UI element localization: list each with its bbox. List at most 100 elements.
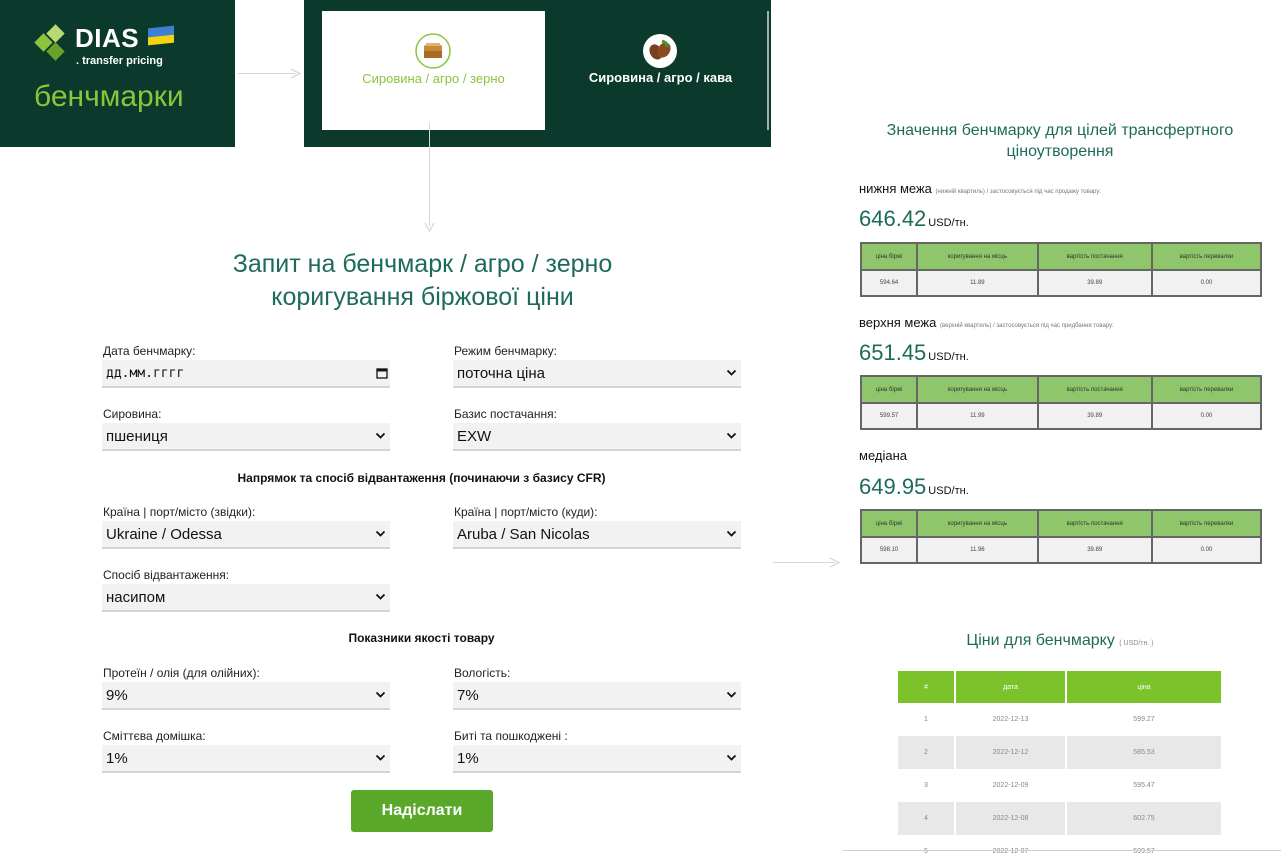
table-cell: 598.10 bbox=[859, 536, 919, 564]
logo-panel: DIAS . transfer pricing бенчмарки bbox=[0, 0, 235, 147]
benchmark-mode-select[interactable]: поточна ціна bbox=[453, 360, 741, 388]
chevron-down-icon bbox=[375, 593, 386, 600]
category-tabs: Сировина / агро / зерно Сировина / агро … bbox=[304, 0, 771, 147]
table-cell: 599.27 bbox=[1065, 703, 1221, 736]
table-cell: 599.57 bbox=[1065, 835, 1221, 868]
chevron-down-icon bbox=[375, 691, 386, 698]
select-value: EXW bbox=[457, 428, 492, 445]
shipment-method-label: Спосіб відвантаження: bbox=[103, 568, 230, 582]
arrow-connector bbox=[238, 73, 296, 74]
table-header: коригування на місць bbox=[916, 242, 1039, 271]
arrow-head-icon bbox=[829, 557, 841, 568]
section-quality-heading: Показники якості товару bbox=[348, 631, 495, 645]
upper-bound-label: верхня межа (верхній квартиль) / застосо… bbox=[859, 315, 1114, 330]
table-header: вартість перевалки bbox=[1150, 509, 1263, 538]
benchmark-date-input[interactable]: дд.мм.гггг bbox=[102, 360, 390, 388]
delivery-basis-label: Базис постачання: bbox=[454, 407, 557, 421]
prices-unit: ( USD/тн. ) bbox=[1119, 640, 1154, 647]
moisture-select[interactable]: 7% bbox=[453, 682, 741, 710]
country-from-select[interactable]: Ukraine / Odessa bbox=[102, 521, 390, 549]
table-header: ціна біржі bbox=[859, 509, 919, 538]
table-cell: 0.00 bbox=[1150, 269, 1263, 297]
prices-table: # дата ціна 1 2022-12-13 599.27 2 2022-1… bbox=[898, 671, 1221, 868]
upper-bound-name: верхня межа bbox=[859, 315, 937, 330]
table-header: дата bbox=[954, 671, 1066, 703]
form-title: Запит на бенчмарк / агро / зерно коригув… bbox=[150, 248, 695, 314]
chevron-down-icon bbox=[726, 754, 737, 761]
select-value: 7% bbox=[457, 687, 479, 704]
grain-sack-icon bbox=[415, 33, 451, 69]
results-title: Значення бенчмарку для цілей трансфертно… bbox=[886, 122, 1234, 160]
tab-agro-coffee[interactable]: Сировина / агро / кава bbox=[549, 11, 772, 130]
moisture-label: Вологість: bbox=[454, 666, 511, 680]
table-cell: 2 bbox=[898, 736, 955, 769]
foreign-matter-label: Сміттєва домішка: bbox=[103, 729, 206, 743]
chevron-down-icon bbox=[726, 369, 737, 376]
table-header: вартість постачання bbox=[1036, 509, 1153, 538]
value-number: 646.42 bbox=[859, 206, 927, 231]
table-cell: 595.47 bbox=[1065, 769, 1221, 802]
table-header: ціна біржі bbox=[859, 375, 919, 404]
country-to-label: Країна | порт/місто (куди): bbox=[454, 505, 598, 519]
table-header: коригування на місць bbox=[916, 375, 1039, 404]
upper-bound-note: (верхній квартиль) / застосовується під … bbox=[939, 323, 1114, 329]
select-value: Ukraine / Odessa bbox=[106, 526, 222, 543]
table-row: 2 2022-12-12 585.53 bbox=[898, 736, 1221, 769]
table-header: # bbox=[898, 671, 955, 703]
country-to-select[interactable]: Aruba / San Nicolas bbox=[453, 521, 741, 549]
select-value: Aruba / San Nicolas bbox=[457, 526, 590, 543]
logo-subtitle: . transfer pricing bbox=[76, 55, 163, 67]
table-cell: 1 bbox=[924, 716, 928, 723]
upper-bound-table: ціна біржі коригування на місць вартість… bbox=[859, 375, 1263, 430]
lower-bound-label: нижня межа (нижній квартиль) / застосову… bbox=[859, 181, 1101, 196]
chevron-down-icon bbox=[726, 432, 737, 439]
commodity-select[interactable]: пшениця bbox=[102, 423, 390, 451]
table-cell: 4 bbox=[898, 802, 955, 835]
protein-select[interactable]: 9% bbox=[102, 682, 390, 710]
tab-agro-grain[interactable]: Сировина / агро / зерно bbox=[322, 11, 545, 130]
benchmark-mode-label: Режим бенчмарку: bbox=[454, 344, 557, 358]
chevron-down-icon bbox=[375, 530, 386, 537]
table-cell: 2022-12-07 bbox=[954, 835, 1066, 868]
chevron-down-icon bbox=[375, 754, 386, 761]
date-input-value: дд.мм.гггг bbox=[106, 366, 185, 381]
form-title-line2: коригування біржової ціни bbox=[271, 283, 574, 311]
table-cell: 594.64 bbox=[859, 269, 919, 297]
table-header: вартість постачання bbox=[1036, 242, 1153, 271]
delivery-basis-select[interactable]: EXW bbox=[453, 423, 741, 451]
value-unit: USD/тн. bbox=[928, 485, 969, 497]
median-value: 649.95 USD/тн. bbox=[859, 474, 969, 500]
select-value: поточна ціна bbox=[457, 365, 546, 382]
prices-title-text: Ціни для бенчмарку bbox=[966, 632, 1115, 649]
table-header: ціна bbox=[1065, 671, 1221, 703]
logo-brand: DIAS bbox=[75, 23, 140, 53]
chevron-down-icon bbox=[726, 530, 737, 537]
commodity-label: Сировина: bbox=[103, 407, 162, 421]
table-cell: 2022-12-12 bbox=[954, 736, 1066, 769]
prices-title: Ціни для бенчмарку ( USD/тн. ) bbox=[860, 632, 1260, 650]
damaged-label: Биті та пошкоджені : bbox=[454, 729, 568, 743]
table-cell: 2022-12-08 bbox=[954, 802, 1066, 835]
damaged-select[interactable]: 1% bbox=[453, 745, 741, 773]
value-unit: USD/тн. bbox=[928, 217, 969, 229]
arrow-connector bbox=[773, 562, 835, 563]
table-cell: 599.57 bbox=[859, 402, 919, 430]
chevron-down-icon bbox=[726, 691, 737, 698]
country-from-label: Країна | порт/місто (звідки): bbox=[103, 505, 256, 519]
table-header: коригування на місць bbox=[916, 509, 1039, 538]
calendar-icon[interactable] bbox=[376, 367, 388, 379]
foreign-matter-select[interactable]: 1% bbox=[102, 745, 390, 773]
select-value: 9% bbox=[106, 687, 128, 704]
section-direction-heading: Напрямок та спосіб відвантаження (почина… bbox=[237, 471, 606, 485]
submit-button[interactable]: Надіслати bbox=[351, 790, 493, 832]
lower-bound-name: нижня межа bbox=[859, 181, 932, 196]
table-cell: 39.89 bbox=[1036, 402, 1153, 430]
value-number: 649.95 bbox=[859, 474, 927, 499]
value-unit: USD/тн. bbox=[928, 351, 969, 363]
table-cell: 11.96 bbox=[916, 536, 1039, 564]
shipment-method-select[interactable]: насипом bbox=[102, 584, 390, 612]
tab-label: Сировина / агро / кава bbox=[588, 70, 733, 85]
table-row: 3 2022-12-09 595.47 bbox=[898, 769, 1221, 802]
value-number: 651.45 bbox=[859, 340, 927, 365]
select-value: насипом bbox=[106, 589, 166, 606]
